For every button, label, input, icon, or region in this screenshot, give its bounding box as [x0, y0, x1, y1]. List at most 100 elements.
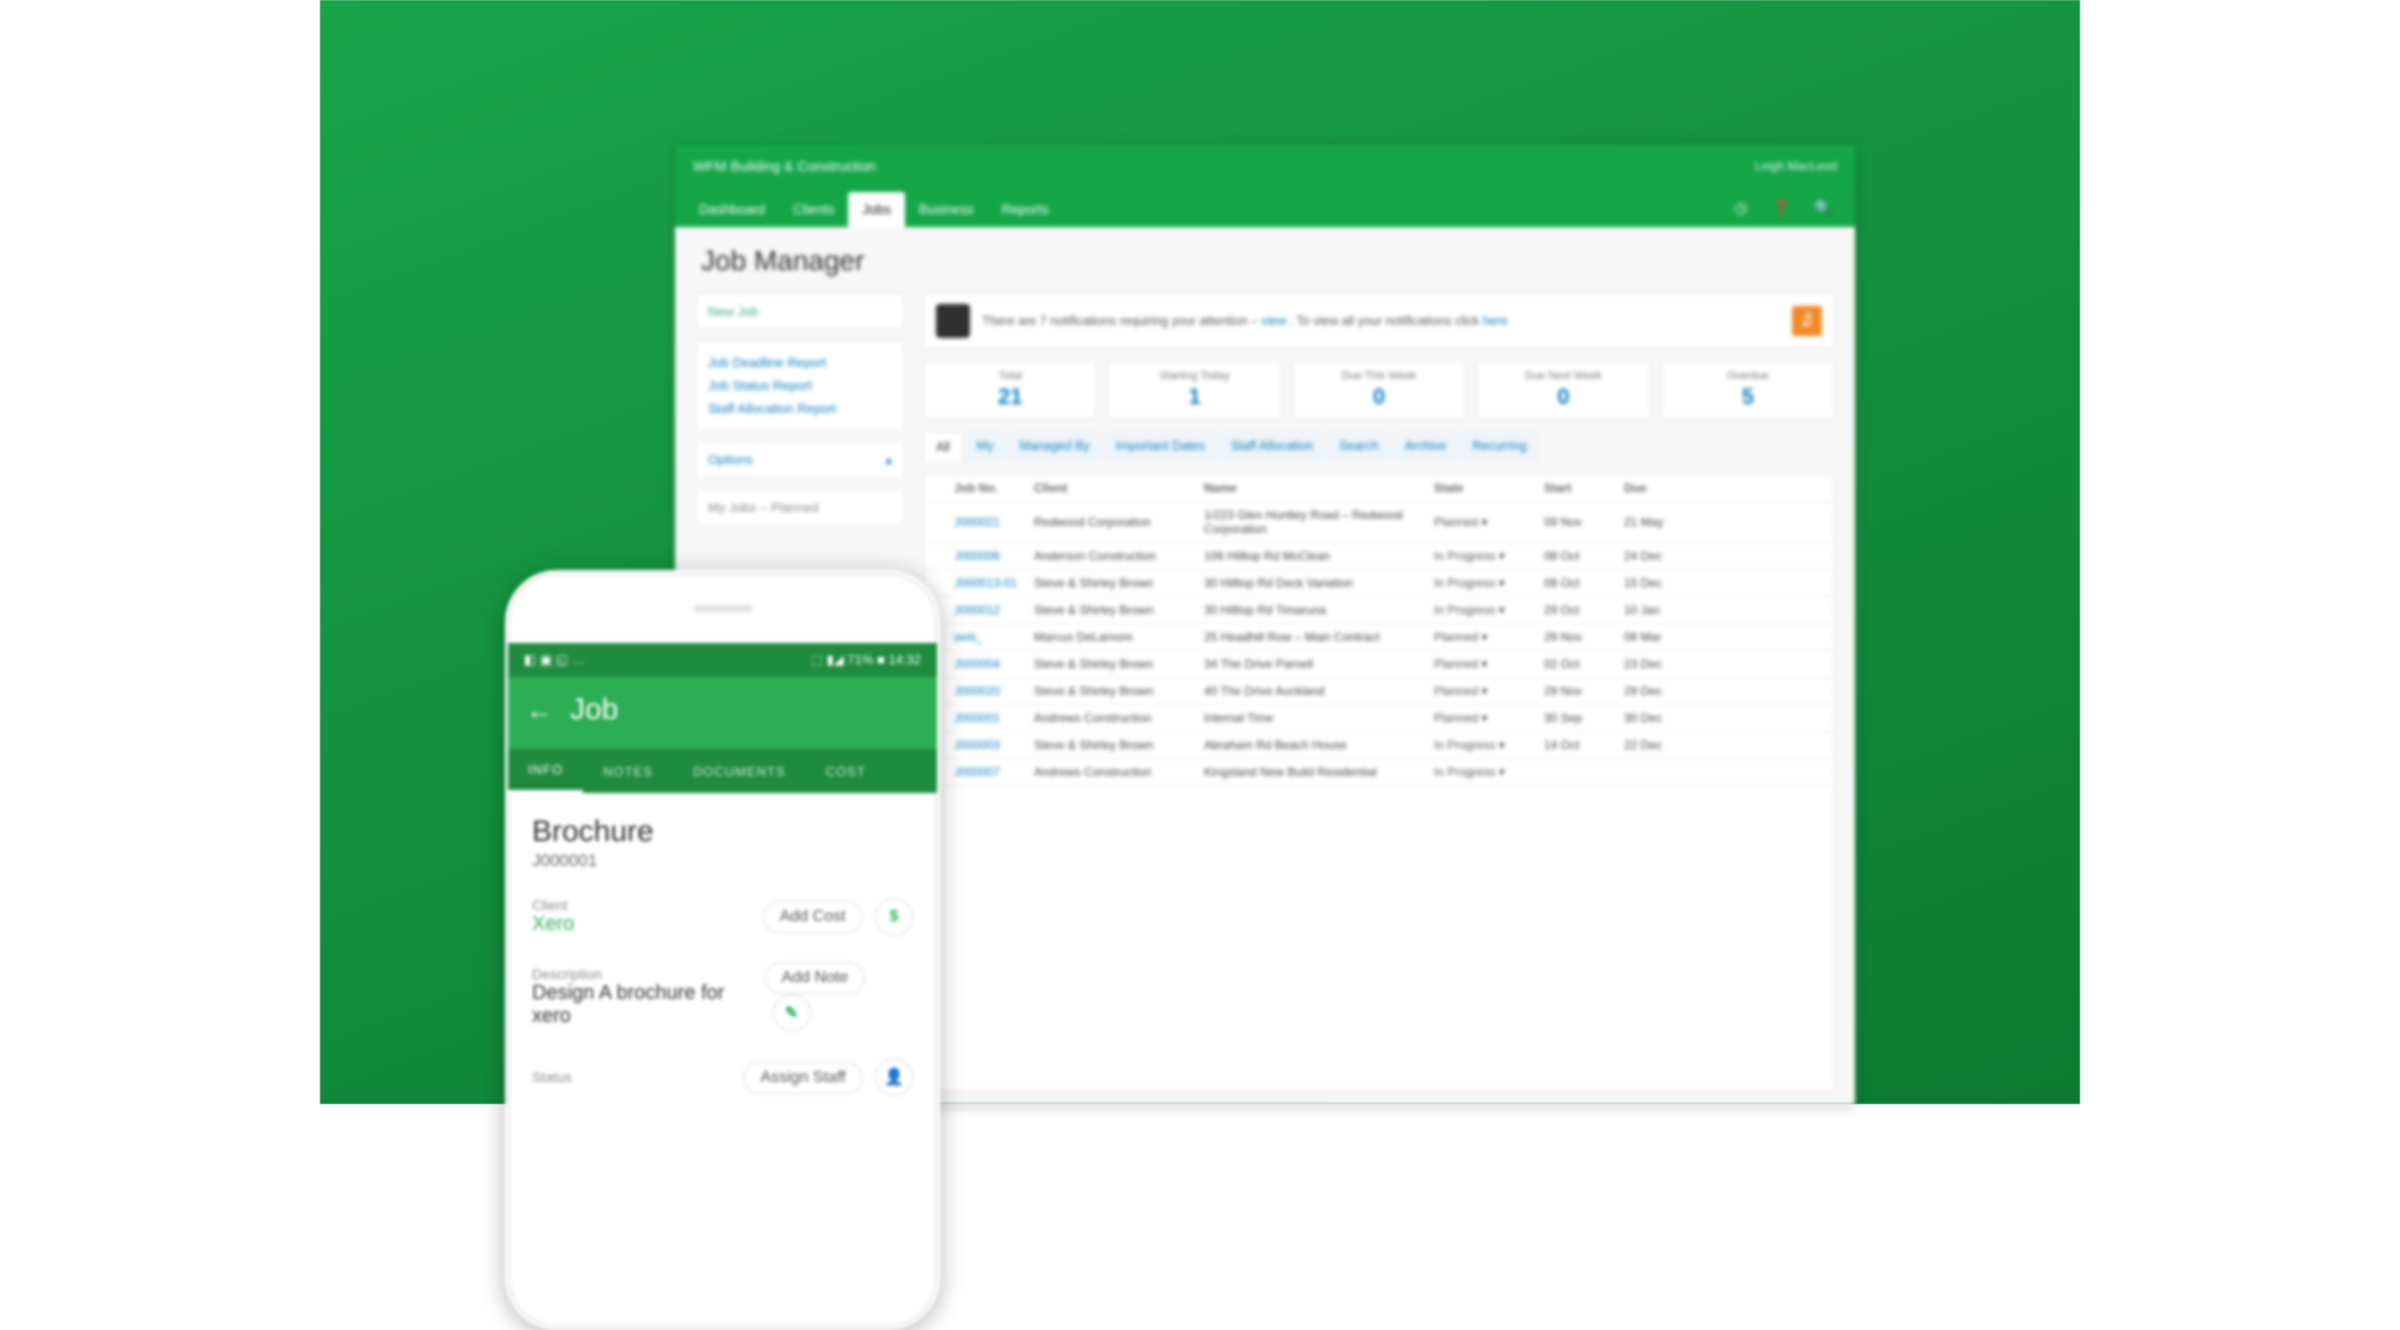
cell-due: 23 Dec [1624, 657, 1694, 671]
cell-jobno[interactable]: J000020 [954, 684, 1034, 698]
table-row[interactable]: J000013-01 Steve & Shirley Brown 30 Hill… [924, 570, 1834, 597]
search-icon[interactable]: 🔍 [1802, 189, 1845, 227]
col-header[interactable]: Start [1544, 481, 1624, 495]
cell-state[interactable]: In Progress ▾ [1434, 765, 1544, 779]
sidebar-link-status[interactable]: Job Status Report [708, 374, 892, 397]
cell-jobno[interactable]: J000021 [954, 515, 1034, 529]
table-row[interactable]: J000007 Andrews Construction Kingsland N… [924, 759, 1834, 786]
rss-icon[interactable]: ໓ [1792, 306, 1822, 336]
subtab-recurring[interactable]: Recurring [1460, 431, 1538, 462]
add-note-button[interactable]: Add Note [765, 962, 866, 994]
table-row[interactable]: J000012 Steve & Shirley Brown 30 Hilltop… [924, 597, 1834, 624]
cell-start: 30 Sep [1544, 711, 1624, 725]
table-row[interactable]: J000004 Steve & Shirley Brown 34 The Dri… [924, 651, 1834, 678]
back-icon[interactable]: ← [526, 695, 552, 726]
cell-state[interactable]: In Progress ▾ [1434, 603, 1544, 617]
stat-value: 21 [930, 382, 1090, 410]
table-row[interactable]: J000003 Steve & Shirley Brown Abraham Rd… [924, 732, 1834, 759]
table-row[interactable]: J000020 Steve & Shirley Brown 40 The Dri… [924, 678, 1834, 705]
cell-state[interactable]: In Progress ▾ [1434, 549, 1544, 563]
cell-state[interactable]: In Progress ▾ [1434, 576, 1544, 590]
cell-jobno[interactable]: J000013-01 [954, 576, 1034, 590]
stats-row: Total 21 Starting Today 1 Due This Week … [923, 361, 1835, 419]
phone-tab-documents[interactable]: DOCUMENTS [673, 764, 806, 779]
cell-due: 10 Jan [1624, 603, 1694, 617]
col-header[interactable]: Name [1204, 481, 1434, 495]
nav-dashboard[interactable]: Dashboard [685, 192, 779, 227]
note-icon[interactable]: ✎ [773, 994, 811, 1032]
add-cost-button[interactable]: Add Cost [763, 901, 863, 933]
nav-business[interactable]: Business [905, 192, 988, 227]
new-job-button[interactable]: New Job [695, 293, 905, 330]
user-menu[interactable]: Leigh MacLeod [1755, 159, 1837, 173]
nav-jobs[interactable]: Jobs [848, 192, 905, 227]
help-icon[interactable]: ❓ [1760, 189, 1803, 227]
sidebar-options[interactable]: Options▴ [695, 441, 905, 479]
cell-jobno[interactable]: J000006 [954, 549, 1034, 563]
cell-state[interactable]: Planned ▾ [1434, 515, 1544, 529]
cell-name: Abraham Rd Beach House [1204, 738, 1434, 752]
table-row[interactable]: J000001 Andrews Construction Internal Ti… [924, 705, 1834, 732]
person-icon[interactable]: 👤 [875, 1058, 913, 1096]
cell-state[interactable]: Planned ▾ [1434, 684, 1544, 698]
clock-icon[interactable]: ◷ [1723, 189, 1760, 227]
cell-state[interactable]: Planned ▾ [1434, 711, 1544, 725]
col-header[interactable]: Client [1034, 481, 1204, 495]
subtab-archive[interactable]: Archive [1393, 431, 1459, 462]
stat-card[interactable]: Total 21 [923, 361, 1097, 419]
cell-jobno[interactable]: J000012 [954, 603, 1034, 617]
cell-client: Andrews Construction [1034, 711, 1204, 725]
phone-tab-info[interactable]: INFO [508, 749, 583, 793]
cell-jobno[interactable]: web_ [954, 630, 1034, 644]
job-title: Brochure [532, 815, 913, 849]
notif-here-link[interactable]: here [1483, 314, 1508, 328]
cell-jobno[interactable]: J000004 [954, 657, 1034, 671]
nav-clients[interactable]: Clients [779, 192, 848, 227]
phone-tab-cost[interactable]: COST [806, 764, 886, 779]
dollar-icon[interactable]: $ [875, 898, 913, 936]
notif-view-link[interactable]: view [1261, 314, 1286, 328]
cell-client: Steve & Shirley Brown [1034, 738, 1204, 752]
sidebar-reports: Job Deadline Report Job Status Report St… [695, 340, 905, 431]
subtab-search[interactable]: Search [1327, 431, 1391, 462]
cell-state[interactable]: Planned ▾ [1434, 657, 1544, 671]
table-row[interactable]: web_ Marcus DeLamore 25 Headhill Row – M… [924, 624, 1834, 651]
col-header[interactable]: State [1434, 481, 1544, 495]
cell-start: 08 Oct [1544, 576, 1624, 590]
stat-card[interactable]: Due This Week 0 [1292, 361, 1466, 419]
stat-card[interactable]: Overdue 5 [1661, 361, 1835, 419]
nav-reports[interactable]: Reports [988, 192, 1063, 227]
cell-due: 30 Dec [1624, 711, 1694, 725]
col-header[interactable]: Job No. [954, 481, 1034, 495]
cell-jobno[interactable]: J000007 [954, 765, 1034, 779]
phone-app-bar: ← Job [508, 677, 937, 749]
cell-jobno[interactable]: J000001 [954, 711, 1034, 725]
cell-jobno[interactable]: J000003 [954, 738, 1034, 752]
sidebar-link-staff[interactable]: Staff Allocation Report [708, 397, 892, 420]
stat-label: Due This Week [1299, 370, 1459, 382]
subtab-all[interactable]: All [923, 431, 963, 462]
titlebar: WFM Building & Construction Leigh MacLeo… [675, 145, 1855, 187]
stat-value: 1 [1114, 382, 1274, 410]
subtab-staff allocation[interactable]: Staff Allocation [1219, 431, 1325, 462]
subtab-important dates[interactable]: Important Dates [1104, 431, 1217, 462]
stat-card[interactable]: Due Next Week 0 [1476, 361, 1650, 419]
cell-due: 29 Dec [1624, 684, 1694, 698]
table-row[interactable]: J000006 Anderson Construction 106 Hillto… [924, 543, 1834, 570]
description-label: Description [532, 966, 765, 982]
sidebar-link-deadline[interactable]: Job Deadline Report [708, 351, 892, 374]
subtab-managed by[interactable]: Managed By [1008, 431, 1102, 462]
assign-staff-button[interactable]: Assign Staff [743, 1062, 862, 1094]
table-header: Job No.ClientNameStateStartDue [924, 475, 1834, 502]
phone-tab-notes[interactable]: NOTES [583, 764, 673, 779]
subtab-my[interactable]: My [965, 431, 1006, 462]
phone-notch [508, 573, 937, 643]
sidebar-filter[interactable]: My Jobs – Planned [695, 489, 905, 526]
stat-card[interactable]: Starting Today 1 [1107, 361, 1281, 419]
table-row[interactable]: J000021 Redwood Corporation 1/223 Glen H… [924, 502, 1834, 543]
col-header[interactable]: Due [1624, 481, 1694, 495]
stat-label: Starting Today [1114, 370, 1274, 382]
cell-state[interactable]: In Progress ▾ [1434, 738, 1544, 752]
cell-state[interactable]: Planned ▾ [1434, 630, 1544, 644]
stat-label: Overdue [1668, 370, 1828, 382]
